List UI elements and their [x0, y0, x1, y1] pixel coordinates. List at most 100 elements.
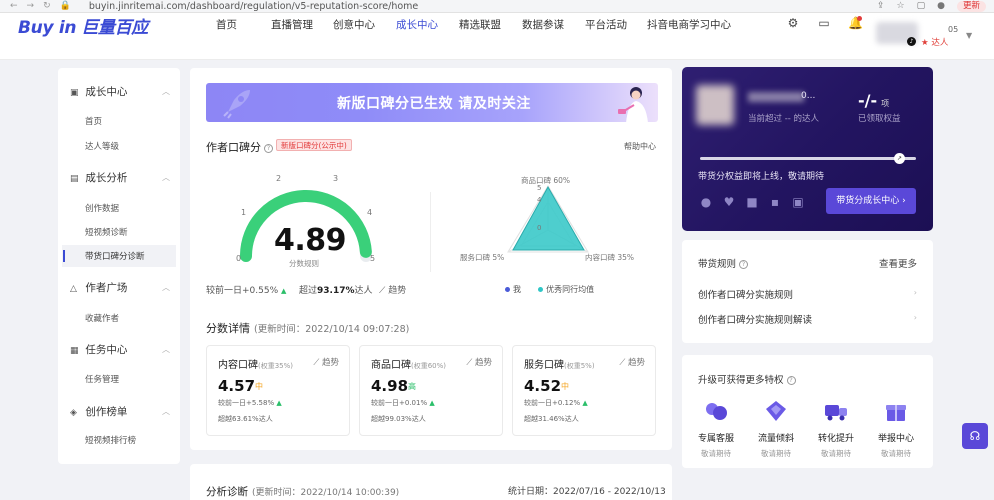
analysis-date-range[interactable]: 统计日期：2022/07/16 - 2022/10/13	[508, 484, 666, 497]
settings-icon[interactable]: ⚙	[786, 16, 800, 30]
chevron-up-icon[interactable]: ︿	[162, 172, 170, 183]
benefit-message: 带货分权益即将上线，敬请期待	[698, 172, 825, 182]
status-badge: 新版口碑分(公示中)	[276, 139, 352, 151]
sidebar-item-video-ranking[interactable]: 短视频排行榜	[85, 434, 136, 446]
score-card-service: 服务口碑(权重5%) ⟋ 趋势 4.52 中 较前一日+0.12% ▲ 超越31…	[512, 345, 656, 436]
privilege-item[interactable]: 举报中心 敬请期待	[871, 399, 921, 459]
sidebar-item-home[interactable]: 首页	[85, 115, 102, 127]
address-bar[interactable]: buyin.jinritemai.com/dashboard/regulatio…	[89, 1, 418, 12]
help-circle-icon[interactable]: ?	[264, 143, 273, 153]
score-rule-link[interactable]: 分数规则	[289, 258, 319, 269]
nav-data[interactable]: 数据参谋	[522, 17, 585, 32]
nav-growth[interactable]: 成长中心	[396, 17, 459, 32]
rule-link[interactable]: 创作者口碑分实施规则解读	[698, 312, 812, 326]
radar-tick: 0	[537, 224, 542, 232]
level-tag: 高	[408, 382, 416, 391]
nav-live[interactable]: 直播管理	[271, 17, 333, 32]
nav-learning[interactable]: 抖音电商学习中心	[647, 17, 731, 32]
update-button[interactable]: 更新	[956, 0, 986, 12]
star-icon[interactable]: ☆	[897, 1, 905, 11]
privilege-item[interactable]: 转化提升 敬请期待	[811, 399, 861, 459]
privilege-item[interactable]: 流量倾斜 敬请期待	[751, 399, 801, 459]
growth-center-button[interactable]: 带货分成长中心 ›	[826, 188, 916, 214]
shield-icon: ◈	[70, 408, 77, 418]
reputation-score: 4.89	[274, 223, 347, 258]
divider	[430, 192, 431, 272]
trend-link[interactable]: ⟋ 趋势	[466, 356, 492, 368]
banner-text: 新版口碑分已生效 请及时关注	[337, 96, 531, 112]
help-circle-icon[interactable]: ?	[786, 376, 796, 385]
sidebar-item-reputation[interactable]: 带货口碑分诊断	[85, 250, 145, 262]
top-nav: 首页 直播管理 创意中心 成长中心 精选联盟 数据参谋 平台活动 抖音电商学习中…	[216, 17, 731, 32]
truck-icon: ■	[746, 195, 758, 209]
sidebar-item-favorites[interactable]: 收藏作者	[85, 312, 119, 324]
card-score: 4.52	[524, 377, 562, 395]
logo[interactable]: Buy in 巨量百应	[18, 13, 148, 38]
back-arrow-icon[interactable]: ←	[10, 1, 18, 11]
legend-dot	[538, 287, 544, 292]
reload-icon[interactable]: ↻	[43, 1, 51, 11]
sidebar-group-ranking[interactable]: ◈ 创作榜单	[70, 404, 127, 419]
sidebar-item-task-manage[interactable]: 任务管理	[85, 373, 119, 385]
help-center-link[interactable]: 帮助中心	[624, 141, 656, 152]
chevron-right-icon: ›	[913, 288, 917, 297]
browser-bar: ← → ↻ 🔒 buyin.jinritemai.com/dashboard/r…	[0, 0, 994, 13]
gauge-tick: 5	[370, 254, 376, 263]
radar-tick: 4	[537, 196, 542, 204]
sidebar-item-video-diagnosis[interactable]: 短视频诊断	[85, 226, 128, 238]
sidebar-group-tasks[interactable]: ▦ 任务中心	[70, 342, 127, 357]
card-score: 4.57	[218, 377, 256, 395]
privilege-item[interactable]: 专属客服 敬请期待	[691, 399, 741, 459]
score-card-product: 商品口碑(权重60%) ⟋ 趋势 4.98 高 较前一日+0.01% ▲ 超越9…	[359, 345, 503, 436]
nav-activity[interactable]: 平台活动	[585, 17, 647, 32]
benefit-card: 0... 当前超过 -- 的达人 -/- 项 已领取权益 ↗ 带货分权益即将上线，…	[682, 67, 933, 231]
customer-service-button[interactable]: ☊	[962, 423, 988, 449]
radar-label-product: 商品口碑 60%	[521, 176, 571, 185]
compare-day: 较前一日+0.55% ▲	[206, 286, 287, 296]
up-arrow-icon: ▲	[276, 399, 282, 407]
legend-dot	[505, 287, 510, 292]
nav-home[interactable]: 首页	[216, 17, 271, 32]
share-icon[interactable]: ⇪	[877, 1, 885, 11]
headset-icon	[704, 399, 728, 423]
nav-creative[interactable]: 创意中心	[333, 17, 396, 32]
sidebar-group-plaza[interactable]: △ 作者广场	[70, 280, 127, 295]
sidebar-item-level[interactable]: 达人等级	[85, 140, 119, 152]
avatar	[696, 85, 734, 125]
level-tag: 中	[255, 382, 263, 391]
sidebar-item-creation-data[interactable]: 创作数据	[85, 202, 119, 214]
sidebar-group-analysis[interactable]: ▤ 成长分析	[70, 170, 127, 185]
nav-alliance[interactable]: 精选联盟	[459, 17, 522, 32]
progress-track	[700, 157, 916, 160]
trend-link[interactable]: ⟋ 趋势	[313, 356, 339, 368]
help-circle-icon[interactable]: ?	[739, 260, 749, 269]
chevron-up-icon[interactable]: ︿	[162, 86, 170, 97]
tiktok-icon: ♪	[907, 37, 916, 46]
analysis-title: 分析诊断 (更新时间：2022/10/14 10:00:39)	[206, 486, 400, 498]
level-count: 05	[948, 25, 959, 34]
list-icon: ▤	[70, 174, 79, 184]
forward-arrow-icon[interactable]: →	[27, 1, 35, 11]
traffic-icon	[764, 399, 788, 423]
gauge-tick: 1	[241, 208, 247, 217]
card-score: 4.98	[371, 377, 409, 395]
chevron-up-icon[interactable]: ︿	[162, 406, 170, 417]
privileges-card: 升级可获得更多特权? 专属客服 敬请期待 流量倾斜 敬请期待 转化提升 敬请期待…	[682, 355, 933, 468]
up-arrow-icon: ▲	[429, 399, 435, 407]
up-arrow-icon: ▲	[281, 287, 287, 295]
clipboard-icon: ▣	[70, 88, 79, 98]
chevron-up-icon[interactable]: ︿	[162, 344, 170, 355]
gauge-tick: 4	[367, 208, 373, 217]
sidebar-group-growth[interactable]: ▣ 成长中心	[70, 84, 127, 99]
message-icon[interactable]: ▭	[817, 16, 831, 30]
chevron-down-icon[interactable]: ▼	[966, 31, 972, 40]
trend-link[interactable]: ⟋ 趋势	[379, 283, 406, 296]
tab-icon[interactable]: ▢	[917, 1, 926, 11]
trend-link[interactable]: ⟋ 趋势	[619, 356, 645, 368]
chevron-up-icon[interactable]: ︿	[162, 282, 170, 293]
radar-label-service: 服务口碑 5%	[460, 253, 505, 262]
profile-icon[interactable]: ●	[937, 1, 945, 11]
view-more-link[interactable]: 查看更多	[879, 256, 917, 270]
rule-link[interactable]: 创作者口碑分实施规则	[698, 287, 793, 301]
radar-label-content: 内容口碑 35%	[585, 253, 635, 262]
